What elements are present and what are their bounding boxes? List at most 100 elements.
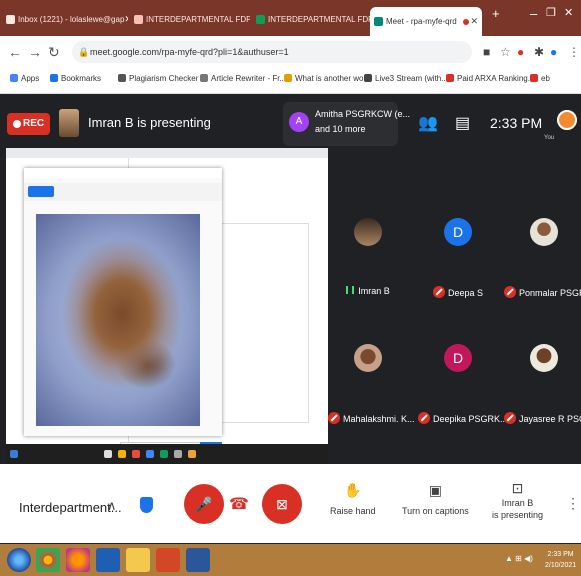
tab-inbox[interactable]: Inbox (1221) - lolaslewe@gap ✕ <box>2 8 128 30</box>
more-options-icon[interactable]: ⋮ <box>566 495 580 512</box>
self-avatar[interactable] <box>557 110 577 130</box>
participant-name: Mahalakshmi. K... <box>328 412 415 424</box>
bookmark-live[interactable]: Live3 Stream (with... <box>364 74 448 83</box>
photoshop-icon[interactable] <box>96 548 120 572</box>
forms-icon <box>256 14 265 24</box>
globe-icon <box>200 74 208 82</box>
captions-button[interactable]: ▣ Turn on captions <box>402 482 469 516</box>
image-dialog <box>24 168 222 452</box>
you-label: You <box>544 135 555 141</box>
firefox-icon[interactable] <box>66 548 90 572</box>
tab-fdp-1[interactable]: INTERDEPARTMENTAL FDP - I ✕ <box>130 8 250 30</box>
minimize-icon[interactable]: – <box>530 6 537 21</box>
camera-icon[interactable]: ■ <box>483 45 490 59</box>
menu-icon[interactable]: ⋮ <box>568 45 580 59</box>
document-icon <box>134 14 143 24</box>
bookmark-plagiarism[interactable]: Plagiarism Checker <box>118 74 198 83</box>
close-icon[interactable]: ✕ <box>470 16 478 27</box>
puzzle-icon[interactable]: ✱ <box>534 45 544 59</box>
globe-icon <box>284 74 292 82</box>
bookmark-bookmarks[interactable]: Bookmarks <box>50 74 101 83</box>
globe-icon <box>364 74 372 82</box>
participant-avatar: D <box>444 218 472 246</box>
participant-tile[interactable]: Ponmalar PSGR... <box>504 218 581 308</box>
profile-icon[interactable]: ● <box>550 45 557 59</box>
mic-off-icon <box>504 412 516 424</box>
shared-browser-chrome <box>6 148 328 158</box>
restore-icon[interactable]: ❐ <box>546 6 556 19</box>
participant-tile[interactable]: Jayasree R PSG... <box>504 344 581 434</box>
mic-toggle-button[interactable]: 🎤 <box>184 484 224 524</box>
participant-name: Deepa S <box>418 286 498 298</box>
reload-icon[interactable]: ↻ <box>48 44 60 61</box>
globe-icon <box>118 74 126 82</box>
presenter-avatar <box>59 109 79 137</box>
participant-avatar <box>354 344 382 372</box>
captions-icon: ▣ <box>428 482 442 498</box>
tab-meet[interactable]: Meet - rpa-myfe-qrd ✕ <box>370 7 482 36</box>
participant-tile[interactable]: Imran B <box>328 218 408 308</box>
hang-up-button[interactable]: ☎ <box>224 494 254 516</box>
participant-avatar <box>530 344 558 372</box>
lock-icon: 🔒 <box>78 47 90 57</box>
bookmark-eb[interactable]: eb <box>530 74 550 83</box>
bookmark-paid[interactable]: Paid ARXA Ranking... <box>446 74 534 83</box>
tab-label: Meet - rpa-myfe-qrd <box>386 17 457 26</box>
app-icon <box>188 450 196 458</box>
chat-icon[interactable]: ▤ <box>455 113 470 133</box>
raise-hand-button[interactable]: ✋ Raise hand <box>330 482 376 516</box>
dialog-titlebar <box>24 168 222 178</box>
gmail-icon <box>530 74 538 82</box>
bookmark-what-is[interactable]: What is another wo... <box>284 74 370 83</box>
notification-avatar: A <box>289 112 309 132</box>
participant-tile[interactable]: Mahalakshmi. K... <box>328 344 415 434</box>
address-bar-row: ← → ↻ 🔒 meet.google.com/rpa-myfe-qrd?pli… <box>0 36 581 68</box>
app-icon <box>174 450 182 458</box>
chrome-icon[interactable] <box>36 548 60 572</box>
bookmarks-bar: Apps Bookmarks Plagiarism Checker Articl… <box>0 68 581 94</box>
tab-label: Inbox (1221) - lolaslewe@gap <box>18 14 125 24</box>
camera-toggle-button[interactable]: ⊠ <box>262 484 302 524</box>
star-icon <box>50 74 58 82</box>
start-button[interactable] <box>7 548 31 572</box>
extension-icon[interactable]: ● <box>517 45 524 59</box>
join-notification[interactable]: A Amitha PSGRKCW (e... and 10 more <box>283 102 410 146</box>
mic-on-icon <box>346 286 355 294</box>
bookmark-article[interactable]: Article Rewriter - Fr... <box>200 74 286 83</box>
folder-icon[interactable] <box>126 548 150 572</box>
star-icon[interactable]: ☆ <box>500 45 511 59</box>
participant-name: Jayasree R PSG... <box>504 412 581 424</box>
new-tab-button[interactable]: + <box>492 6 500 21</box>
presenting-button[interactable]: ⊡ Imran B is presenting <box>492 481 543 521</box>
people-icon[interactable]: 👥 <box>418 113 438 133</box>
forward-icon[interactable]: → <box>28 44 42 60</box>
participant-name: Ponmalar PSGR... <box>504 286 581 298</box>
back-icon[interactable]: ← <box>8 44 22 60</box>
powerpoint-icon[interactable] <box>156 548 180 572</box>
app-icon <box>146 450 154 458</box>
meet-bottom-bar: Interdepartment... ∧ 🎤 ☎ ⊠ ✋ Raise hand … <box>0 464 581 544</box>
presenting-title: Imran B is presenting <box>88 115 211 130</box>
shield-icon[interactable] <box>140 497 153 513</box>
bookmark-apps[interactable]: Apps <box>10 74 39 83</box>
participant-name: Imran B <box>328 286 408 296</box>
close-window-icon[interactable]: ✕ <box>564 6 573 19</box>
recording-badge: REC <box>7 113 50 135</box>
word-icon[interactable] <box>186 548 210 572</box>
app-icon <box>160 450 168 458</box>
participant-tile[interactable]: D Deepa S <box>418 218 498 308</box>
shared-taskbar <box>6 444 328 464</box>
app-icon <box>132 450 140 458</box>
tray-icons[interactable]: ▲ ⊞ ◀) <box>505 554 533 563</box>
url-input[interactable]: 🔒 meet.google.com/rpa-myfe-qrd?pli=1&aut… <box>72 41 472 63</box>
participant-avatar <box>530 218 558 246</box>
participant-avatar: D <box>444 344 472 372</box>
participant-tile[interactable]: D Deepika PSGRK... <box>418 344 508 434</box>
tab-fdp-2[interactable]: INTERDEPARTMENTAL FDP - I ✕ <box>252 8 370 30</box>
close-icon[interactable]: ✕ <box>124 14 128 25</box>
system-clock[interactable]: 2:33 PM 2/10/2021 <box>545 549 576 571</box>
gmail-icon <box>6 14 15 24</box>
meet-clock: 2:33 PM <box>490 115 543 131</box>
chevron-up-icon[interactable]: ∧ <box>107 498 117 514</box>
url-text: meet.google.com/rpa-myfe-qrd?pli=1&authu… <box>90 47 289 57</box>
